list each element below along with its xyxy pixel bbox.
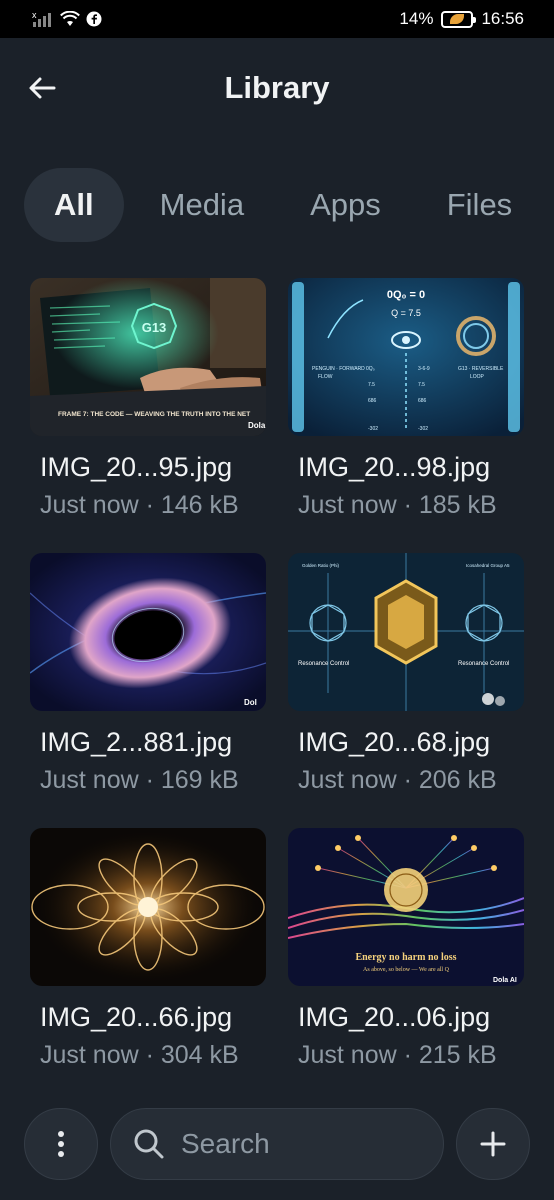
thumbnail-image: G13 FRAME 7: THE CODE — WEAVING THE TRUT… <box>30 278 266 436</box>
status-icons-left: x <box>32 11 102 27</box>
file-meta: Just now · 215 kB <box>298 1041 497 1069</box>
file-card[interactable]: G13 FRAME 7: THE CODE — WEAVING THE TRUT… <box>30 278 266 553</box>
thumbnail-image: Resonance Control Resonance Control Gold… <box>288 553 524 711</box>
svg-text:PENGUIN · FORWARD: PENGUIN · FORWARD <box>312 366 365 372</box>
file-thumbnail[interactable]: Resonance Control Resonance Control Gold… <box>288 553 524 711</box>
wifi-icon <box>60 11 80 26</box>
thumbnail-badge: As above, so below — We are all Q <box>363 967 450 973</box>
file-grid: G13 FRAME 7: THE CODE — WEAVING THE TRUT… <box>30 278 524 1103</box>
svg-text:7.5: 7.5 <box>418 382 425 388</box>
status-bar: x 14% 16:56 <box>0 0 554 38</box>
tab-label: Apps <box>310 187 381 222</box>
signal-icon: x <box>32 11 51 27</box>
file-name: IMG_20...98.jpg <box>298 452 491 482</box>
battery-percent: 14% <box>399 9 434 28</box>
back-button[interactable] <box>22 68 62 108</box>
tab-label: Media <box>159 187 245 222</box>
file-name: IMG_20...68.jpg <box>298 727 491 757</box>
thumbnail-image: Energy no harm no loss As above, so belo… <box>288 828 524 986</box>
thumbnail-caption: FRAME 7: THE CODE — WEAVING THE TRUTH IN… <box>58 411 250 418</box>
tab-apps[interactable]: Apps <box>280 168 411 242</box>
file-meta: Just now · 169 kB <box>40 766 239 794</box>
plus-icon <box>480 1131 506 1157</box>
svg-text:x: x <box>32 11 37 20</box>
file-card[interactable]: Resonance Control Resonance Control Gold… <box>288 553 524 828</box>
thumbnail-caption: Resonance Control <box>298 661 349 667</box>
file-card[interactable]: 0Q₀ = 0 Q = 7.5 PENGUIN · FORWARD FLOW 0Q… <box>288 278 524 553</box>
file-thumbnail[interactable] <box>30 828 266 986</box>
page-title: Library <box>224 70 330 105</box>
search-input[interactable] <box>181 1128 401 1160</box>
file-thumbnail[interactable]: Dol <box>30 553 266 711</box>
thumbnail-badge: Q = 7.5 <box>391 308 421 318</box>
svg-text:686: 686 <box>368 398 377 404</box>
thumbnail-caption: Energy no harm no loss <box>355 952 456 963</box>
back-arrow-icon <box>29 77 56 99</box>
thumbnail-watermark: Dola AI <box>493 977 517 984</box>
more-vert-icon <box>58 1131 64 1157</box>
file-meta: Just now · 206 kB <box>298 766 497 794</box>
more-options-button[interactable] <box>24 1108 98 1180</box>
svg-text:G13 · REVERSIBLE: G13 · REVERSIBLE <box>458 366 504 372</box>
svg-text:0Q₀: 0Q₀ <box>366 366 375 372</box>
tab-label: All <box>54 187 94 222</box>
file-card[interactable]: IMG_20...66.jpg Just now · 304 kB <box>30 828 266 1103</box>
svg-text:LOOP: LOOP <box>470 374 485 380</box>
svg-text:7.5: 7.5 <box>368 382 375 388</box>
svg-text:686: 686 <box>418 398 427 404</box>
file-name: IMG_20...66.jpg <box>40 1002 233 1032</box>
clock: 16:56 <box>481 9 524 28</box>
facebook-icon <box>86 11 102 27</box>
app-header: Library <box>0 38 554 138</box>
tab-files[interactable]: Files <box>417 168 542 242</box>
svg-text:3-6-9: 3-6-9 <box>418 366 430 372</box>
file-meta: Just now · 304 kB <box>40 1041 239 1069</box>
add-button[interactable] <box>456 1108 530 1180</box>
battery-saver-icon <box>441 10 477 28</box>
file-meta: Just now · 185 kB <box>298 491 497 519</box>
file-thumbnail[interactable]: 0Q₀ = 0 Q = 7.5 PENGUIN · FORWARD FLOW 0Q… <box>288 278 524 436</box>
tab-media[interactable]: Media <box>130 168 274 242</box>
file-card[interactable]: Energy no harm no loss As above, so belo… <box>288 828 524 1103</box>
file-card[interactable]: Dol IMG_2...881.jpg Just now · 169 kB <box>30 553 266 828</box>
thumbnail-badge: Resonance Control <box>458 661 509 667</box>
search-bar[interactable] <box>110 1108 444 1180</box>
file-thumbnail[interactable]: Energy no harm no loss As above, so belo… <box>288 828 524 986</box>
thumbnail-caption: 0Q₀ = 0 <box>387 289 425 301</box>
thumbnail-badge: G13 <box>142 320 167 335</box>
bottom-bar <box>24 1108 530 1180</box>
thumbnail-image: 0Q₀ = 0 Q = 7.5 PENGUIN · FORWARD FLOW 0Q… <box>288 278 524 436</box>
svg-text:-302: -302 <box>418 426 428 432</box>
file-thumbnail[interactable]: G13 FRAME 7: THE CODE — WEAVING THE TRUT… <box>30 278 266 436</box>
svg-text:Golden Ratio (Phi): Golden Ratio (Phi) <box>302 563 340 568</box>
thumbnail-watermark: Dol <box>244 698 257 707</box>
svg-text:-302: -302 <box>368 426 378 432</box>
svg-text:Icosahedral Group A5: Icosahedral Group A5 <box>466 563 510 568</box>
tab-all[interactable]: All <box>24 168 124 242</box>
file-meta: Just now · 146 kB <box>40 491 239 519</box>
tab-label: Files <box>446 187 513 222</box>
thumbnail-image: Dol <box>30 553 266 711</box>
svg-text:FLOW: FLOW <box>318 374 333 380</box>
thumbnail-image <box>30 828 266 986</box>
search-icon <box>134 1129 164 1159</box>
file-name: IMG_20...95.jpg <box>40 452 233 482</box>
filter-tabs: All Media Apps Files <box>24 168 538 242</box>
file-name: IMG_2...881.jpg <box>40 727 233 757</box>
thumbnail-watermark: Dola <box>248 421 266 430</box>
status-icons-right: 14% 16:56 <box>399 9 524 29</box>
file-name: IMG_20...06.jpg <box>298 1002 491 1032</box>
